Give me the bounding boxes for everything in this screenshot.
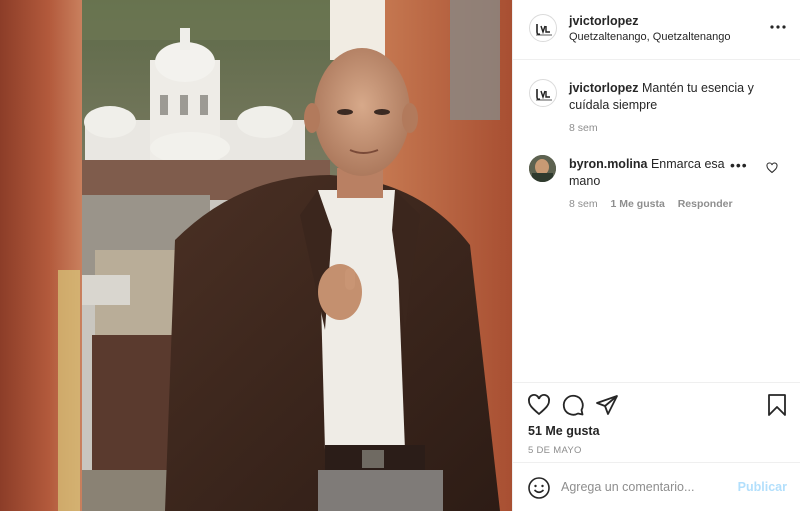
post-actions: 51 Me gusta 5 DE MAYO (513, 382, 800, 462)
author-avatar[interactable] (529, 14, 557, 42)
comment-composer: Publicar (513, 462, 800, 511)
comment-icon[interactable] (561, 393, 585, 417)
comment-options-icon[interactable]: ••• (725, 158, 753, 172)
post-photo[interactable] (0, 0, 512, 511)
more-options-icon[interactable] (769, 18, 787, 36)
post-header: jvictorlopez Quetzaltenango, Quetzaltena… (513, 0, 800, 60)
reply-button[interactable]: Responder (678, 198, 733, 210)
post-details-panel: jvictorlopez Quetzaltenango, Quetzaltena… (512, 0, 800, 511)
comment-meta: 8 sem 1 Me gusta Responder (569, 198, 743, 210)
comment-heart-icon[interactable] (766, 162, 778, 174)
post-location[interactable]: Quetzaltenango, Quetzaltenango (569, 31, 730, 43)
caption-username[interactable]: jvictorlopez (569, 81, 638, 95)
share-icon[interactable] (595, 393, 619, 417)
comment-input[interactable] (561, 477, 731, 497)
author-username[interactable]: jvictorlopez (569, 14, 638, 28)
heart-icon[interactable] (527, 393, 551, 417)
commenter-username[interactable]: byron.molina (569, 157, 647, 171)
avatar-image (529, 155, 556, 182)
comment-timestamp[interactable]: 8 sem (569, 198, 598, 210)
likes-count[interactable]: 51 Me gusta (528, 424, 600, 438)
publish-button[interactable]: Publicar (738, 480, 787, 494)
caption-timestamp[interactable]: 8 sem (569, 122, 598, 134)
post-date[interactable]: 5 DE MAYO (528, 445, 582, 456)
post-image (0, 0, 512, 511)
caption-author-avatar[interactable] (529, 79, 557, 107)
author-logo-icon (536, 89, 552, 101)
comment-likes[interactable]: 1 Me gusta (611, 198, 665, 210)
emoji-icon[interactable] (527, 476, 551, 500)
commenter-avatar[interactable] (529, 155, 556, 182)
post-caption: jvictorlopez Mantén tu esencia y cuídala… (569, 80, 779, 114)
author-logo-icon (536, 24, 552, 36)
bookmark-icon[interactable] (765, 393, 789, 417)
